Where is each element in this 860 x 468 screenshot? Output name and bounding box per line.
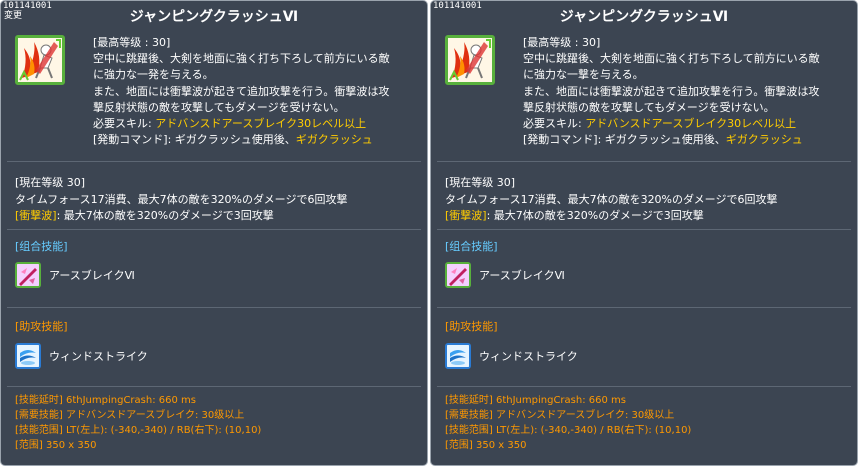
skill-range-label: [技能范围] xyxy=(445,425,493,436)
skill-delay-line: [技能延时] 6thJumpingCrash: 660 ms xyxy=(15,393,261,408)
shockwave-text: : 最大7体の敵を320%のダメージで3回攻撃 xyxy=(56,209,274,222)
required-skill-info-label: [需要技能] xyxy=(445,410,493,421)
shockwave-text: : 最大7体の敵を320%のダメージで3回攻撃 xyxy=(486,209,704,222)
skill-description: [最高等级 : 30] 空中に跳躍後、大剣を地面に強く打ち下ろして前方にいる敵 … xyxy=(523,35,853,148)
combo-skill-name: アースブレイクⅥ xyxy=(49,269,135,282)
divider xyxy=(7,307,421,308)
skill-range-line: [技能范围] LT(左上): (-340,-340) / RB(右下): (10… xyxy=(445,423,691,438)
description-line: また、地面には衝撃波が起きて追加攻撃を行う。衝撃波は攻 xyxy=(523,84,820,98)
combo-skill-heading: [组合技能] xyxy=(445,240,498,253)
required-skill-info-label: [需要技能] xyxy=(15,410,63,421)
required-skill-info-line: [需要技能] アドバンスドアースブレイク: 30级以上 xyxy=(15,408,261,423)
skill-title: ジャンピングクラッシュⅥ xyxy=(129,9,299,25)
command-value: ギガクラッシュ xyxy=(725,133,803,147)
required-skill-info-value: アドバンスドアースブレイク: 30级以上 xyxy=(62,410,245,421)
earth-break-skill-icon xyxy=(15,262,41,288)
skill-range-line: [技能范围] LT(左上): (-340,-340) / RB(右下): (10… xyxy=(15,423,261,438)
current-level-section: [現在等级 30] タイムフォース17消費、最大7体の敵を320%のダメージで6… xyxy=(445,175,855,225)
assist-skill-heading: [助攻技能] xyxy=(445,320,498,333)
skill-area-value: 350 x 350 xyxy=(472,440,527,451)
skill-delay-label: [技能延时] xyxy=(15,395,63,406)
skill-tooltip-panel-left: 101141001 変更 ジャンピングクラッシュⅥ [最高等级 : 30] 空中… xyxy=(0,0,428,466)
divider xyxy=(7,386,421,387)
skill-info-section: [技能延时] 6thJumpingCrash: 660 ms [需要技能] アド… xyxy=(15,393,261,453)
required-skill-info-value: アドバンスドアースブレイク: 30级以上 xyxy=(492,410,675,421)
wind-strike-skill-icon xyxy=(445,343,471,369)
shockwave-line: [衝撃波]: 最大7体の敵を320%のダメージで3回攻撃 xyxy=(445,208,855,225)
skill-range-value: LT(左上): (-340,-340) / RB(右下): (10,10) xyxy=(492,425,692,436)
max-level-text: [最高等级 : 30] xyxy=(523,36,601,49)
description-line: 空中に跳躍後、大剣を地面に強く打ち下ろして前方にいる敵 xyxy=(93,52,390,66)
combo-skill-name: アースブレイクⅥ xyxy=(479,269,565,282)
skill-delay-label: [技能延时] xyxy=(445,395,493,406)
assist-skill-name: ウィンドストライク xyxy=(479,350,578,363)
divider xyxy=(437,307,851,308)
shockwave-label: [衝撃波] xyxy=(445,209,487,222)
current-level-section: [現在等级 30] タイムフォース17消費、最大7体の敵を320%のダメージで6… xyxy=(15,175,425,225)
shockwave-line: [衝撃波]: 最大7体の敵を320%のダメージで3回攻撃 xyxy=(15,208,425,225)
assist-skill-name: ウィンドストライク xyxy=(49,350,148,363)
skill-area-line: [范围] 350 x 350 xyxy=(445,438,691,453)
skill-info-section: [技能延时] 6thJumpingCrash: 660 ms [需要技能] アド… xyxy=(445,393,691,453)
divider xyxy=(437,386,851,387)
command-value: ギガクラッシュ xyxy=(295,133,373,147)
current-level-effect: タイムフォース17消費、最大7体の敵を320%のダメージで6回攻撃 xyxy=(445,192,778,206)
current-level-effect: タイムフォース17消費、最大7体の敵を320%のダメージで6回攻撃 xyxy=(15,192,348,206)
combo-skill-heading: [组合技能] xyxy=(15,240,68,253)
divider xyxy=(437,229,851,230)
wind-strike-skill-icon xyxy=(15,343,41,369)
command-label: [発動コマンド]: ギガクラッシュ使用後、 xyxy=(523,133,726,147)
skill-area-label: [范围] xyxy=(15,440,43,451)
skill-range-label: [技能范围] xyxy=(15,425,63,436)
command-line: [発動コマンド]: ギガクラッシュ使用後、ギガクラッシュ xyxy=(93,132,423,148)
description-line: 空中に跳躍後、大剣を地面に強く打ち下ろして前方にいる敵 xyxy=(523,52,820,66)
earth-break-skill-icon xyxy=(445,262,471,288)
jumping-crash-skill-icon xyxy=(445,35,495,85)
command-label: [発動コマンド]: ギガクラッシュ使用後、 xyxy=(93,133,296,147)
required-skill-info-line: [需要技能] アドバンスドアースブレイク: 30级以上 xyxy=(445,408,691,423)
skill-title: ジャンピングクラッシュⅥ xyxy=(559,9,729,25)
required-skill-line: 必要スキル: アドバンスドアースブレイク30レベル以上 xyxy=(523,116,853,132)
description-line: また、地面には衝撃波が起きて追加攻撃を行う。衝撃波は攻 xyxy=(93,84,390,98)
description-line: 撃反射状態の敵を攻撃してもダメージを受けない。 xyxy=(523,100,775,114)
skill-area-label: [范围] xyxy=(445,440,473,451)
assist-skill-heading: [助攻技能] xyxy=(15,320,68,333)
skill-area-value: 350 x 350 xyxy=(42,440,97,451)
divider xyxy=(437,161,851,162)
skill-area-line: [范围] 350 x 350 xyxy=(15,438,261,453)
required-skill-value: アドバンスドアースブレイク30レベル以上 xyxy=(155,117,367,131)
shockwave-label: [衝撃波] xyxy=(15,209,57,222)
required-skill-label: 必要スキル: xyxy=(523,117,586,131)
skill-delay-line: [技能延时] 6thJumpingCrash: 660 ms xyxy=(445,393,691,408)
required-skill-value: アドバンスドアースブレイク30レベル以上 xyxy=(585,117,797,131)
command-line: [発動コマンド]: ギガクラッシュ使用後、ギガクラッシュ xyxy=(523,132,853,148)
max-level-text: [最高等级 : 30] xyxy=(93,36,171,49)
skill-delay-value: 6thJumpingCrash: 660 ms xyxy=(62,395,196,406)
skill-tooltip-panel-right: 101141001 ジャンピングクラッシュⅥ [最高等级 : 30] 空中に跳躍… xyxy=(430,0,858,466)
divider xyxy=(7,229,421,230)
required-skill-line: 必要スキル: アドバンスドアースブレイク30レベル以上 xyxy=(93,116,423,132)
skill-description: [最高等级 : 30] 空中に跳躍後、大剣を地面に強く打ち下ろして前方にいる敵 … xyxy=(93,35,423,148)
jumping-crash-skill-icon xyxy=(15,35,65,85)
current-level-heading: [現在等级 30] xyxy=(15,176,86,189)
description-line: に強力な一発を与える。 xyxy=(93,68,214,82)
required-skill-label: 必要スキル: xyxy=(93,117,156,131)
description-line: に強力な一撃を与える。 xyxy=(523,68,644,82)
skill-delay-value: 6thJumpingCrash: 660 ms xyxy=(492,395,626,406)
skill-range-value: LT(左上): (-340,-340) / RB(右下): (10,10) xyxy=(62,425,262,436)
divider xyxy=(7,161,421,162)
current-level-heading: [現在等级 30] xyxy=(445,176,516,189)
description-line: 撃反射状態の敵を攻撃してもダメージを受けない。 xyxy=(93,100,345,114)
